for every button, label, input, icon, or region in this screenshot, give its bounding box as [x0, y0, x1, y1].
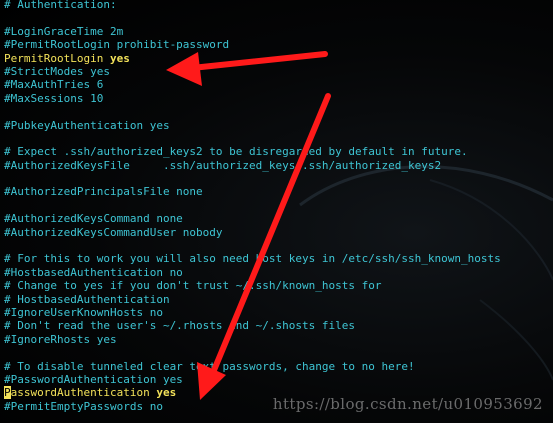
config-line: #StrictModes yes	[4, 64, 110, 78]
config-line: #AuthorizedKeysFile .ssh/authorized_keys…	[4, 158, 442, 172]
password-authentication-value: yes	[156, 386, 177, 400]
config-line: # To disable tunneled clear text passwor…	[4, 359, 415, 373]
config-line	[4, 11, 501, 24]
config-line	[4, 346, 501, 359]
terminal-window[interactable]: # Authentication: #LoginGraceTime 2m #Pe…	[0, 0, 553, 423]
permit-root-login-keyword: PermitRootLogin	[4, 51, 104, 65]
config-line: #LoginGraceTime 2m	[4, 24, 124, 38]
config-line: # Authentication:	[4, 0, 117, 11]
blog-url-watermark: https://blog.csdn.net/u010953692	[272, 395, 543, 413]
config-line	[4, 172, 501, 185]
sshd-config-text: # Authentication: #LoginGraceTime 2m #Pe…	[4, 0, 501, 413]
config-line: #HostbasedAuthentication no	[4, 265, 183, 279]
config-line: #PermitRootLogin prohibit-password	[4, 38, 230, 52]
config-line: #AuthorizedKeysCommandUser nobody	[4, 225, 223, 239]
config-line: #PubkeyAuthentication yes	[4, 118, 170, 132]
config-line	[4, 199, 501, 212]
config-line	[4, 132, 501, 145]
config-line-permit-root-login: PermitRootLogin yes	[4, 52, 501, 65]
text-cursor: P	[4, 386, 11, 400]
config-line: #MaxAuthTries 6	[4, 78, 104, 92]
config-line: #IgnoreUserKnownHosts no	[4, 305, 163, 319]
config-line: #PasswordAuthentication yes	[4, 372, 183, 386]
config-line: #IgnoreRhosts yes	[4, 332, 117, 346]
permit-root-login-value: yes	[109, 51, 130, 65]
config-line: #AuthorizedPrincipalsFile none	[4, 185, 203, 199]
config-line: # For this to work you will also need ho…	[4, 252, 501, 266]
password-authentication-keyword: asswordAuthentication	[10, 386, 150, 400]
config-line	[4, 239, 501, 252]
config-line: # HostbasedAuthentication	[4, 292, 170, 306]
config-line: # Change to yes if you don't trust ~/.ss…	[4, 279, 382, 293]
config-line	[4, 105, 501, 118]
config-line: # Expect .ssh/authorized_keys2 to be dis…	[4, 145, 468, 159]
config-line: #MaxSessions 10	[4, 91, 104, 105]
config-line: #AuthorizedKeysCommand none	[4, 212, 183, 226]
config-line: # Don't read the user's ~/.rhosts and ~/…	[4, 319, 355, 333]
